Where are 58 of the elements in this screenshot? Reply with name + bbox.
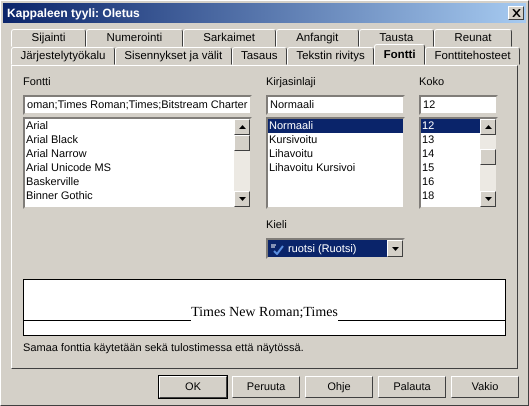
tab[interactable]: Sarkaimet — [182, 29, 276, 47]
tab[interactable]: Anfangit — [276, 29, 359, 47]
style-field[interactable]: Normaali — [266, 95, 405, 115]
scroll-down-icon[interactable] — [480, 191, 496, 207]
style-list[interactable]: Normaali Kursivoitu Lihavoitu Lihavoitu Kursivoi — [266, 117, 405, 209]
scroll-up-icon[interactable] — [234, 119, 250, 135]
font-name-field[interactable]: oman;Times Roman;Times;Bitstream Charter — [23, 95, 252, 115]
close-button[interactable] — [508, 6, 524, 20]
dialog-button[interactable]: Peruuta — [232, 376, 300, 398]
scroll-bar[interactable] — [234, 119, 250, 207]
list-item[interactable]: Lihavoitu Kursivoi — [268, 161, 403, 175]
window-title: Kappaleen tyyli: Oletus — [7, 6, 140, 20]
tab[interactable]: Reunat — [434, 29, 512, 47]
list-item[interactable]: Normaali — [268, 119, 403, 133]
scroll-up-icon[interactable] — [480, 119, 496, 135]
list-item[interactable]: Lihavoitu — [268, 147, 403, 161]
list-item[interactable]: 14 — [421, 147, 480, 161]
tab[interactable]: Sisennykset ja välit — [114, 47, 232, 65]
tab[interactable]: Tekstin rivitys — [286, 47, 374, 65]
tab[interactable]: Fonttitehosteet — [425, 47, 520, 65]
dropdown-value: ruotsi (Ruotsi) — [268, 242, 387, 254]
dialog-button[interactable]: OK — [159, 376, 227, 398]
field-label: Kirjasinlaji — [266, 76, 317, 90]
dialog-button[interactable]: Ohje — [305, 376, 373, 398]
list-item[interactable]: Binner Gothic — [25, 189, 234, 203]
list-item[interactable]: 18 — [421, 189, 480, 203]
size-field[interactable]: 12 — [419, 95, 498, 115]
scroll-thumb[interactable] — [234, 135, 250, 151]
tab[interactable]: Järjestelytyökalu — [11, 47, 115, 65]
tab[interactable]: Sijainti — [11, 29, 86, 47]
list-item[interactable]: 12 — [421, 119, 480, 133]
field-label: Fontti — [23, 76, 52, 90]
list-item[interactable]: 13 — [421, 133, 480, 147]
dialog-button[interactable]: Vakio — [451, 376, 519, 398]
size-list[interactable]: 12 13 14 15 16 18 — [419, 117, 498, 209]
list-item[interactable]: Arial — [25, 119, 234, 133]
field-label: Koko — [419, 76, 446, 90]
close-icon — [512, 9, 520, 17]
tab[interactable]: Fontti — [374, 44, 426, 65]
scroll-bar[interactable] — [480, 119, 496, 207]
list-item[interactable]: 16 — [421, 175, 480, 189]
language-dropdown[interactable]: ruotsi (Ruotsi) — [266, 238, 405, 259]
scroll-down-icon[interactable] — [234, 191, 250, 207]
preview-text: Times New Roman;Times — [191, 305, 338, 321]
list-item[interactable]: Arial Narrow — [25, 147, 234, 161]
scroll-thumb[interactable] — [480, 149, 496, 165]
dialog-button[interactable]: Palauta — [378, 376, 446, 398]
tab[interactable]: Numerointi — [86, 29, 183, 47]
tab[interactable]: Tasaus — [232, 47, 287, 65]
font-list[interactable]: Arial Arial Black Arial Narrow Arial Unicode MS Baskerville Binner Gothic — [23, 117, 252, 209]
info-text: Samaa fonttia käytetään sekä tulostimessa että näytössä. — [23, 342, 305, 354]
list-item[interactable]: Arial Black — [25, 133, 234, 147]
list-item[interactable]: Baskerville — [25, 175, 234, 189]
list-item[interactable]: Arial Unicode MS — [25, 161, 234, 175]
field-label: Kieli — [266, 219, 288, 233]
list-item[interactable]: 15 — [421, 161, 480, 175]
list-item[interactable]: Kursivoitu — [268, 133, 403, 147]
spellcheck-icon — [270, 242, 284, 254]
